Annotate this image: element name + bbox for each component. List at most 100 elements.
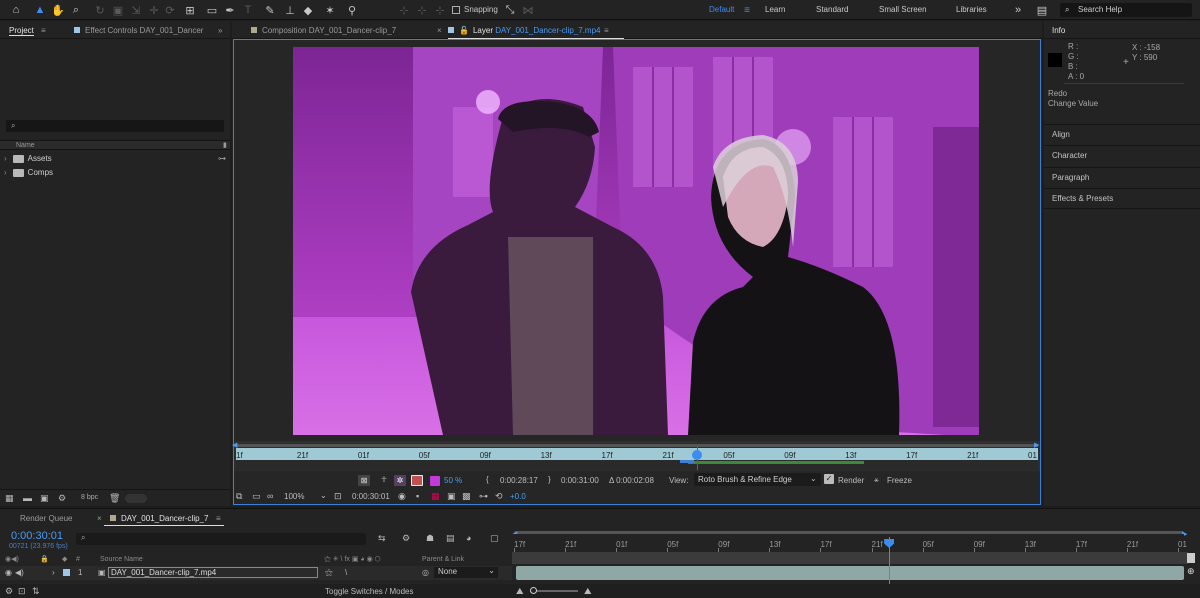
overlay-color-swatch[interactable] [430,476,440,486]
project-settings-icon[interactable]: ⚙ [58,493,66,504]
local-axis-icon[interactable]: ⊹ [396,2,412,18]
current-time[interactable]: 0:00:28:17 [500,476,538,485]
region-of-interest-icon[interactable]: ▣ [447,491,456,502]
zoom-tool-icon[interactable]: ⌕ [68,2,84,18]
exposure-reset-icon[interactable]: ⟲ [495,491,503,502]
audio-icon[interactable]: ◀) [15,568,24,577]
brush-tool-icon[interactable]: ✎ [262,2,278,18]
pan-camera-icon[interactable]: ▣ [110,2,126,18]
timeline-menu-icon[interactable]: ≡ [216,514,221,523]
comp-mini-flowchart-icon[interactable]: ⇆ [378,533,386,544]
eraser-tool-icon[interactable]: ◆ [300,2,316,18]
out-time[interactable]: 0:00:31:00 [561,476,599,485]
tab-effect-controls[interactable]: Effect Controls DAY_001_Dancer [74,26,203,35]
zoom-in-icon[interactable]: ⊕ [1187,566,1195,577]
motion-blur-icon[interactable]: ◕ [466,533,471,543]
layer-duration-bar[interactable] [516,566,1184,580]
snapping-checkbox[interactable] [452,5,460,14]
view-axis-icon[interactable]: ⊹ [432,2,448,18]
new-comp-icon[interactable]: ▣ [40,493,49,504]
anchor-point-tool-icon[interactable]: ⊞ [182,2,198,18]
shy-layers-icon[interactable]: ☗ [426,533,434,544]
transparency-grid-icon[interactable]: ▩ [462,491,471,502]
alpha-boundary-icon[interactable]: ✲ [394,475,406,486]
show-snapshot-icon[interactable]: ▪ [416,491,419,501]
panel-align[interactable]: Align [1044,124,1200,145]
workspace-libraries[interactable]: Libraries [956,5,987,14]
search-help-input[interactable]: ⌕ Search Help [1060,3,1192,17]
alpha-overlay-icon[interactable] [411,475,423,486]
draft-3d-icon[interactable]: ⚙ [402,533,410,544]
tab-info[interactable]: Info [1052,26,1065,35]
frame-blending-icon[interactable]: ▤ [446,533,455,544]
dolly-camera-icon[interactable]: ⇲ [128,2,144,18]
close-tab-icon[interactable]: × [437,26,442,35]
monitor-icon[interactable]: ▭ [252,491,261,502]
pickwhip-icon[interactable]: ◎ [422,568,429,577]
trash-icon[interactable]: 🗑 [109,493,120,504]
viewer-playhead[interactable] [692,446,703,470]
expand-arrow-icon[interactable]: › [4,154,7,163]
workspace-learn[interactable]: Learn [765,5,785,14]
project-menu-icon[interactable]: ≡ [41,26,46,35]
render-checkbox[interactable]: ✓ [824,474,834,484]
workspace-standard[interactable]: Standard [816,5,848,14]
anchor-point-icon[interactable]: ✛ [146,2,162,18]
snap-edges-icon[interactable]: ⤡ [502,2,518,18]
snapshot-icon[interactable]: ◉ [398,491,406,502]
flowchart-icon[interactable]: ⊶ [218,154,226,163]
panel-character[interactable]: Character [1044,145,1200,166]
orbit-camera-icon[interactable]: ↻ [92,2,108,18]
puppet-pin-icon[interactable]: ⚲ [344,2,360,18]
vr-icon[interactable]: ∞ [267,491,273,501]
home-icon[interactable]: ⌂ [8,2,24,18]
parent-dropdown[interactable]: None ⌄ [434,566,498,578]
source-name-column[interactable]: Source Name [100,556,143,563]
flow-icon[interactable]: ⊡ [18,586,26,597]
clone-stamp-icon[interactable]: ⊥ [282,2,298,18]
thumbnail-slider[interactable] [125,494,147,503]
close-tab-icon[interactable]: × [97,514,102,523]
timeline-search-input[interactable]: ⌕ [76,533,366,545]
render-time-icon[interactable]: ⚙ [5,586,13,597]
graph-editor-icon[interactable]: ▢ [490,533,499,544]
project-item-assets[interactable]: › Assets ⊶ [0,152,230,165]
work-area-end-handle[interactable] [1187,553,1195,563]
expand-arrow-icon[interactable]: › [4,168,7,177]
panel-paragraph[interactable]: Paragraph [1044,167,1200,188]
zoom-slider[interactable] [530,590,578,592]
overlay-opacity[interactable]: 50 % [444,476,462,485]
navigator-bar[interactable] [236,444,1038,447]
timeline-playhead[interactable] [884,537,895,585]
type-tool-icon[interactable]: T [240,2,256,18]
work-area-bar[interactable] [512,552,1188,564]
snapping-toggle[interactable]: Snapping [452,5,498,14]
selection-tool-icon[interactable]: ▲ [32,2,48,18]
visibility-icon[interactable]: ◉ [5,568,12,577]
snap-features-icon[interactable]: ⋈ [520,2,536,18]
exposure-value[interactable]: +0.0 [510,492,526,501]
zoom-in-mountain-icon[interactable]: ⛰ [584,586,592,597]
bpc-label[interactable]: 8 bpc [81,494,98,501]
flowchart-icon[interactable]: ⊶ [479,491,488,502]
project-item-comps[interactable]: › Comps [0,166,230,179]
freeze-icon[interactable]: ⚹ [874,475,879,485]
layer-name[interactable]: DAY_001_Dancer-clip_7.mp4 [108,567,318,578]
expand-icon[interactable]: ⇅ [32,586,40,597]
tab-project[interactable]: Project [9,26,34,36]
project-search-input[interactable]: ⌕ [6,120,224,132]
workspace-small-screen[interactable]: Small Screen [879,5,927,14]
fit-frame-icon[interactable]: ⊡ [334,491,342,502]
in-bracket-icon[interactable]: { [486,475,489,484]
rotation-tool-icon[interactable]: ⟳ [162,2,178,18]
show-channel-icon[interactable]: ▦ [431,491,440,502]
hand-tool-icon[interactable]: ✋ [50,2,66,18]
rectangle-tool-icon[interactable]: ▭ [204,2,220,18]
zoom-level[interactable]: 100% [284,492,304,501]
expand-arrow-icon[interactable]: › [52,568,55,577]
workspace-default[interactable]: Default [709,5,734,14]
tab-composition[interactable]: Composition DAY_001_Dancer-clip_7 [251,26,396,35]
layer-label-color[interactable] [63,569,70,576]
toggle-alpha-icon[interactable]: ⊠ [358,475,370,486]
tab-comp-timeline[interactable]: DAY_001_Dancer-clip_7 [110,514,208,523]
